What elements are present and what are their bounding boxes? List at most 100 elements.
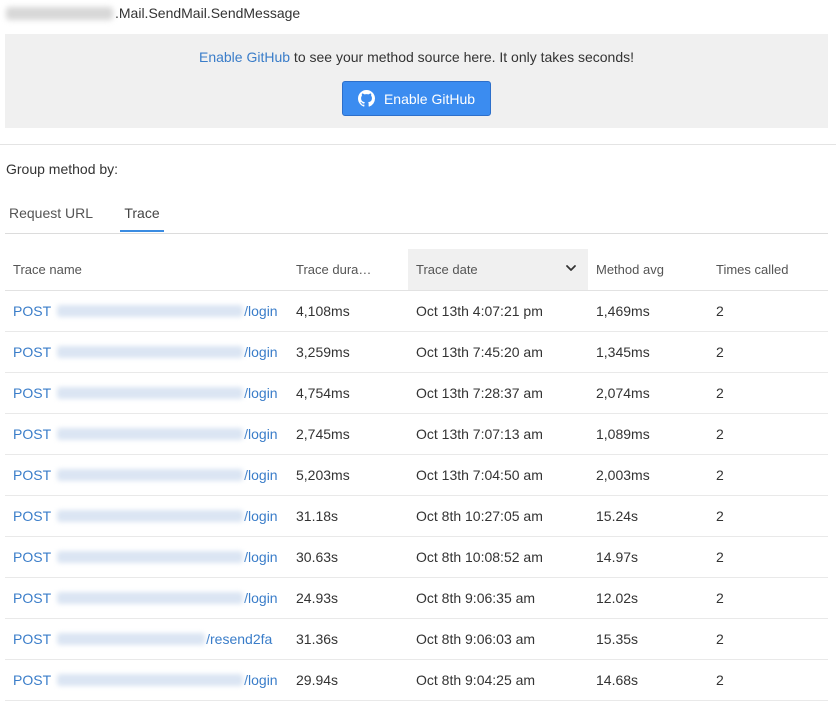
enable-github-button[interactable]: Enable GitHub [342,81,491,116]
trace-link[interactable]: POST/login [13,508,278,524]
table-header-row: Trace name Trace dura… Trace date Method… [5,249,828,291]
trace-http-method: POST [13,303,52,319]
method-name: .Mail.SendMail.SendMessage [115,5,301,21]
redacted-host [57,633,206,645]
trace-http-method: POST [13,549,52,565]
times-called-cell: 2 [708,372,828,414]
trace-http-method: POST [13,426,52,442]
method-avg-cell: 1,469ms [588,290,708,332]
trace-http-method: POST [13,385,52,401]
column-header-method-avg[interactable]: Method avg [588,249,708,291]
column-header-trace-date-label: Trace date [416,262,478,277]
trace-name-cell: POST/login [5,536,288,578]
method-avg-cell: 1,345ms [588,331,708,373]
trace-path: /login [244,590,278,606]
trace-link[interactable]: POST/login [13,426,278,442]
table-row[interactable]: POST/login 5,203ms Oct 13th 7:04:50 am 2,00… [5,454,828,496]
trace-http-method: POST [13,672,52,688]
times-called-cell: 2 [708,454,828,496]
trace-path: /login [244,549,278,565]
trace-date-cell: Oct 8th 10:08:52 am [408,536,588,578]
redacted-host [57,510,244,522]
times-called-cell: 2 [708,495,828,537]
trace-link[interactable]: POST/login [13,467,278,483]
trace-date-cell: Oct 13th 4:07:21 pm [408,290,588,332]
trace-path: /login [244,672,278,688]
redacted-host [57,469,244,481]
trace-duration-cell: 31.18s [288,495,408,537]
trace-link[interactable]: POST/login [13,344,278,360]
tab-request-url[interactable]: Request URL [5,200,100,232]
trace-date-cell: Oct 8th 9:06:35 am [408,577,588,619]
table-row[interactable]: POST/login 31.18s Oct 8th 10:27:05 am 15.24… [5,495,828,537]
trace-http-method: POST [13,508,52,524]
column-header-times-called[interactable]: Times called [708,249,828,291]
trace-path: /login [244,467,278,483]
trace-date-cell: Oct 8th 9:04:25 am [408,659,588,701]
column-header-trace-name[interactable]: Trace name [5,249,288,291]
group-by-tabs: Request URL Trace [5,200,828,234]
method-title: .Mail.SendMail.SendMessage [6,3,300,23]
trace-name-cell: POST/login [5,577,288,619]
trace-date-cell: Oct 13th 7:28:37 am [408,372,588,414]
trace-path: /resend2fa [206,631,273,647]
enable-github-link[interactable]: Enable GitHub [199,49,290,65]
trace-duration-cell: 31.36s [288,618,408,660]
trace-link[interactable]: POST/login [13,385,278,401]
trace-date-cell: Oct 13th 7:07:13 am [408,413,588,455]
trace-duration-cell: 24.93s [288,577,408,619]
method-avg-cell: 2,003ms [588,454,708,496]
trace-link[interactable]: POST/login [13,672,278,688]
times-called-cell: 2 [708,331,828,373]
trace-link[interactable]: POST/resend2fa [13,631,272,647]
trace-http-method: POST [13,631,52,647]
trace-duration-cell: 4,754ms [288,372,408,414]
trace-name-cell: POST/login [5,495,288,537]
trace-date-cell: Oct 13th 7:04:50 am [408,454,588,496]
table-row[interactable]: POST/login 4,108ms Oct 13th 4:07:21 pm 1,46… [5,290,828,332]
column-header-trace-duration[interactable]: Trace dura… [288,249,408,291]
table-row[interactable]: POST/login 29.94s Oct 8th 9:04:25 am 14.68s… [5,659,828,701]
trace-name-cell: POST/login [5,290,288,332]
trace-duration-cell: 4,108ms [288,290,408,332]
trace-link[interactable]: POST/login [13,303,278,319]
trace-name-cell: POST/login [5,659,288,701]
times-called-cell: 2 [708,577,828,619]
trace-duration-cell: 29.94s [288,659,408,701]
trace-rows: POST/login 4,108ms Oct 13th 4:07:21 pm 1,46… [5,290,828,701]
github-banner: Enable GitHub to see your method source … [5,34,828,128]
tab-trace[interactable]: Trace [120,200,164,232]
table-row[interactable]: POST/login 24.93s Oct 8th 9:06:35 am 12.02s… [5,577,828,619]
trace-path: /login [244,303,278,319]
trace-name-cell: POST/resend2fa [5,618,288,660]
trace-name-cell: POST/login [5,331,288,373]
trace-path: /login [244,385,278,401]
trace-name-cell: POST/login [5,372,288,414]
redacted-host [57,428,244,440]
trace-path: /login [244,344,278,360]
times-called-cell: 2 [708,618,828,660]
table-row[interactable]: POST/login 4,754ms Oct 13th 7:28:37 am 2,07… [5,372,828,414]
table-row[interactable]: POST/login 30.63s Oct 8th 10:08:52 am 14.97… [5,536,828,578]
table-row[interactable]: POST/resend2fa 31.36s Oct 8th 9:06:03 am 15… [5,618,828,660]
method-avg-cell: 2,074ms [588,372,708,414]
trace-link[interactable]: POST/login [13,590,278,606]
method-avg-cell: 14.68s [588,659,708,701]
redacted-host [57,346,244,358]
table-row[interactable]: POST/login 2,745ms Oct 13th 7:07:13 am 1,08… [5,413,828,455]
github-icon [357,90,375,107]
column-header-trace-date[interactable]: Trace date [408,249,588,291]
trace-path: /login [244,508,278,524]
trace-http-method: POST [13,344,52,360]
table-row[interactable]: POST/login 3,259ms Oct 13th 7:45:20 am 1,34… [5,331,828,373]
banner-message: to see your method source here. It only … [290,49,635,65]
trace-name-cell: POST/login [5,454,288,496]
trace-name-cell: POST/login [5,413,288,455]
trace-date-cell: Oct 8th 9:06:03 am [408,618,588,660]
trace-table: Trace name Trace dura… Trace date Method… [5,249,828,701]
trace-duration-cell: 5,203ms [288,454,408,496]
trace-link[interactable]: POST/login [13,549,278,565]
chevron-down-icon[interactable] [565,262,577,274]
trace-date-cell: Oct 8th 10:27:05 am [408,495,588,537]
banner-text: Enable GitHub to see your method source … [5,48,828,66]
